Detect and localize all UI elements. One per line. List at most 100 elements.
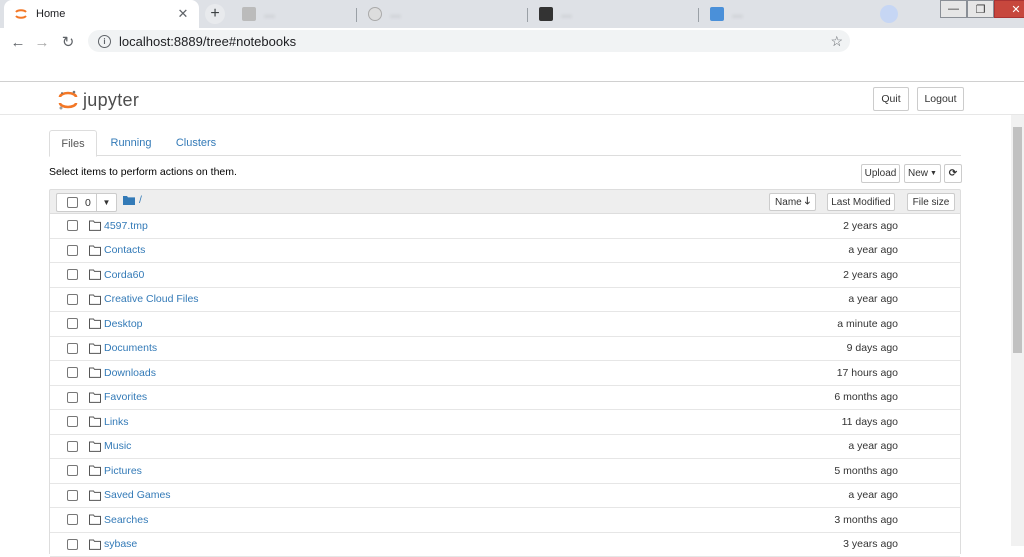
minimize-icon[interactable]: — — [940, 0, 967, 18]
browser-tab-home[interactable]: Home ✕ — [4, 0, 199, 28]
folder-icon — [89, 539, 101, 550]
list-item[interactable]: 4597.tmp2 years ago — [50, 214, 960, 239]
folder-icon — [89, 318, 101, 329]
folder-icon — [89, 269, 101, 280]
list-item[interactable]: Music a year ago — [50, 435, 960, 460]
item-checkbox[interactable] — [67, 269, 78, 280]
window-close-icon[interactable]: ✕ — [994, 0, 1024, 18]
tab-files[interactable]: Files — [49, 130, 97, 157]
sort-by-name-button[interactable]: Name 🡓 — [769, 193, 816, 211]
item-checkbox[interactable] — [67, 392, 78, 403]
item-checkbox[interactable] — [67, 343, 78, 354]
item-name-link[interactable]: Searches — [104, 514, 148, 526]
item-name-link[interactable]: 4597.tmp — [104, 220, 148, 232]
site-favicon-icon — [710, 7, 724, 21]
new-button[interactable]: New ▼ — [904, 164, 941, 183]
list-item[interactable]: Favorites 6 months ago — [50, 386, 960, 411]
item-name-link[interactable]: Corda60 — [104, 269, 144, 281]
list-item[interactable]: Searches3 months ago — [50, 508, 960, 533]
site-info-icon[interactable]: i — [98, 35, 111, 48]
item-checkbox[interactable] — [67, 465, 78, 476]
list-item[interactable]: Links11 days ago — [50, 410, 960, 435]
list-item[interactable]: Desktop a minute ago — [50, 312, 960, 337]
refresh-button[interactable]: ⟳ — [944, 164, 962, 183]
item-checkbox[interactable] — [67, 441, 78, 452]
selection-hint: Select items to perform actions on them. — [49, 166, 237, 178]
jupyter-page: jupyter Quit Logout Files Running Cluste… — [0, 81, 1024, 545]
browser-tab-3[interactable]: … — [358, 0, 523, 28]
item-checkbox[interactable] — [67, 514, 78, 525]
arrow-down-icon: 🡓 — [805, 194, 810, 211]
list-item[interactable]: Creative Cloud Files a year ago — [50, 288, 960, 313]
folder-solid-icon — [123, 195, 135, 205]
tab-separator — [527, 8, 528, 22]
browser-tab-2[interactable]: … — [232, 0, 352, 28]
item-name-link[interactable]: Documents — [104, 342, 157, 354]
item-modified: 17 hours ago — [837, 367, 898, 379]
select-all-dropdown[interactable]: 0 ▼ — [56, 193, 117, 212]
upload-button[interactable]: Upload — [861, 164, 900, 183]
page-scrollbar[interactable] — [1011, 115, 1024, 546]
sort-by-last-modified-button[interactable]: Last Modified — [827, 193, 895, 211]
browser-tab-5[interactable]: … — [700, 0, 870, 28]
list-item[interactable]: Pictures 5 months ago — [50, 459, 960, 484]
folder-icon — [89, 343, 101, 354]
item-checkbox[interactable] — [67, 318, 78, 329]
item-name-link[interactable]: Favorites — [104, 391, 147, 403]
maximize-icon[interactable]: ❐ — [967, 0, 994, 18]
list-item[interactable]: Documents9 days ago — [50, 337, 960, 362]
tab-clusters[interactable]: Clusters — [167, 130, 225, 156]
item-name-link[interactable]: Desktop — [104, 318, 143, 330]
tab-separator — [356, 8, 357, 22]
item-checkbox[interactable] — [67, 539, 78, 550]
breadcrumb-root[interactable]: / — [139, 194, 142, 206]
folder-icon — [89, 220, 101, 231]
sort-by-file-size-button[interactable]: File size — [907, 193, 955, 211]
jupyter-logo[interactable]: jupyter — [58, 89, 139, 111]
folder-icon — [89, 367, 101, 378]
item-name-link[interactable]: Contacts — [104, 244, 145, 256]
select-all-checkbox[interactable] — [67, 197, 78, 208]
new-tab-button-secondary[interactable] — [880, 5, 898, 23]
item-modified: a year ago — [848, 293, 898, 305]
item-checkbox[interactable] — [67, 367, 78, 378]
logout-button[interactable]: Logout — [917, 87, 964, 111]
list-item[interactable]: Corda602 years ago — [50, 263, 960, 288]
breadcrumb[interactable]: / — [123, 194, 142, 206]
bookmark-star-icon[interactable]: ☆ — [830, 33, 843, 50]
forward-icon[interactable]: → — [32, 32, 52, 52]
caret-down-icon: ▼ — [930, 170, 937, 177]
item-checkbox[interactable] — [67, 245, 78, 256]
jupyter-favicon-icon — [14, 7, 28, 21]
tab-running[interactable]: Running — [101, 130, 161, 156]
item-name-link[interactable]: Links — [104, 416, 129, 428]
close-tab-icon[interactable]: ✕ — [175, 6, 191, 22]
browser-tab-4[interactable]: … — [529, 0, 694, 28]
reload-icon[interactable]: ↻ — [58, 32, 78, 52]
item-modified: 5 months ago — [834, 465, 898, 477]
item-modified: a minute ago — [837, 318, 898, 330]
new-tab-button[interactable]: + — [205, 4, 225, 24]
item-modified: a year ago — [848, 440, 898, 452]
item-name-link[interactable]: Downloads — [104, 367, 156, 379]
item-checkbox[interactable] — [67, 490, 78, 501]
item-name-link[interactable]: Saved Games — [104, 489, 171, 501]
item-name-link[interactable]: sybase — [104, 538, 137, 550]
item-modified: a year ago — [848, 489, 898, 501]
list-item[interactable]: Downloads 17 hours ago — [50, 361, 960, 386]
item-name-link[interactable]: Creative Cloud Files — [104, 293, 199, 305]
quit-button[interactable]: Quit — [873, 87, 909, 111]
item-name-link[interactable]: Pictures — [104, 465, 142, 477]
scrollbar-thumb[interactable] — [1013, 127, 1022, 353]
back-icon[interactable]: ← — [8, 32, 28, 52]
address-bar[interactable]: i localhost:8889/tree#notebooks ☆ — [88, 30, 850, 52]
item-modified: 6 months ago — [834, 391, 898, 403]
caret-down-icon[interactable]: ▼ — [96, 194, 116, 211]
item-checkbox[interactable] — [67, 294, 78, 305]
site-favicon-icon — [539, 7, 553, 21]
list-item[interactable]: Contactsa year ago — [50, 239, 960, 264]
list-item[interactable]: Saved Games a year ago — [50, 484, 960, 509]
item-name-link[interactable]: Music — [104, 440, 131, 452]
item-checkbox[interactable] — [67, 220, 78, 231]
item-checkbox[interactable] — [67, 416, 78, 427]
